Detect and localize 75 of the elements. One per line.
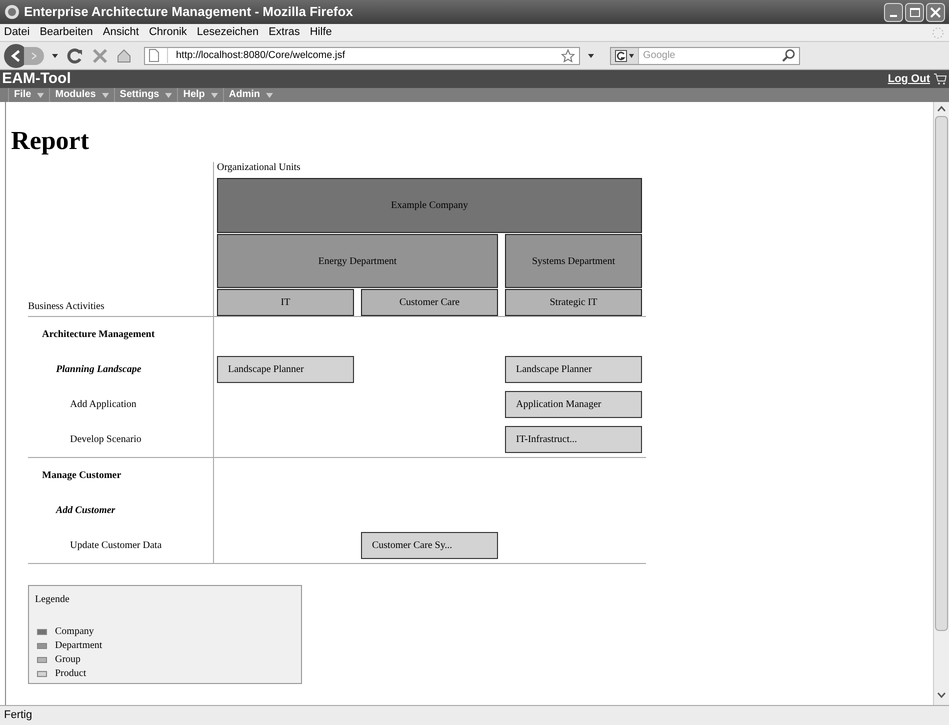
maximize-button[interactable] [905,2,924,22]
activity-label: Add Application [69,398,136,412]
activity-label: Planning Landscape [55,363,142,377]
menu-item[interactable]: Lesezeichen [196,24,259,41]
legend-swatch [37,643,47,649]
product-box: Application Manager [505,391,642,418]
throbber-icon [931,26,945,40]
dropdown-icon[interactable] [588,54,594,58]
activity-label: Develop Scenario [69,433,142,447]
address-field[interactable]: http://localhost:8080/Core/welcome.jsf [144,46,580,64]
back-forward-button[interactable] [4,44,44,68]
menu-item[interactable]: Ansicht [102,24,139,41]
legend-label: Product [55,667,86,681]
product-box: Landscape Planner [217,356,354,383]
url-text: http://localhost:8080/Core/welcome.jsf [167,48,345,63]
activity-label: Architecture Management [41,328,155,342]
caret-icon [210,92,218,98]
window-title: Enterprise Architecture Management - Mozilla Firefox [24,3,353,22]
scrollbar-thumb[interactable] [935,116,948,631]
page-icon [149,49,159,62]
cart-icon[interactable] [934,73,947,85]
search-field[interactable]: Google [610,46,800,64]
minimize-button[interactable] [884,2,903,22]
legend-label: Department [55,639,102,653]
product-box: Landscape Planner [505,356,642,383]
product-box: Customer Care Sy... [361,532,498,559]
g-logo-icon [615,50,627,62]
menu-button[interactable]: File [8,88,50,102]
dropdown-icon[interactable] [52,54,58,58]
menu-button[interactable]: Modules [49,88,114,102]
activity-label: Update Customer Data [69,539,162,553]
column-header: Organizational Units [217,162,302,175]
menu-item[interactable]: Bearbeiten [40,24,93,41]
menu-item[interactable]: Chronik [148,24,187,41]
dropdown-icon [629,54,634,58]
legend-title: Legende [35,593,70,607]
scroll-down-icon[interactable] [937,691,946,701]
star-icon[interactable] [561,48,575,62]
activity-label: Manage Customer [41,469,122,483]
caret-icon [37,92,44,98]
group-box: Customer Care [361,289,498,316]
home-icon[interactable] [116,48,132,64]
menu-button[interactable]: Help [177,88,223,102]
company-box: Example Company [217,178,642,233]
app-title: EAM-Tool [2,68,71,89]
group-box: Strategic IT [505,289,642,316]
report-title: Report [11,126,90,156]
search-input: Google [639,48,782,63]
menu-item[interactable]: Datei [4,24,30,41]
legend-swatch [37,629,47,635]
menu-button[interactable]: Settings [114,88,178,102]
close-icon [930,6,941,18]
legend-label: Group [55,653,81,667]
search-engine-button[interactable] [611,48,639,64]
status-text: Fertig [4,708,32,724]
menu-item[interactable]: Extras [268,24,300,41]
legend-label: Company [55,625,94,639]
product-box: IT-Infrastruct... [505,426,642,453]
menu-item[interactable]: Hilfe [310,24,332,41]
menu-button[interactable]: Admin [222,88,278,102]
logout-link[interactable]: Log Out [888,70,930,88]
scrollbar[interactable] [933,102,949,705]
reload-icon[interactable] [66,46,84,64]
search-icon[interactable] [782,49,795,62]
caret-icon [102,92,109,98]
activity-label: Add Customer [54,504,116,518]
legend-swatch [37,657,47,663]
legend-swatch [37,671,47,677]
group-box: IT [217,289,354,316]
department-box: Energy Department [217,234,498,288]
close-button[interactable] [926,2,945,22]
caret-icon [165,92,172,98]
department-box: Systems Department [505,234,642,288]
column-header: Business Activities [28,300,104,314]
caret-icon [266,92,274,98]
